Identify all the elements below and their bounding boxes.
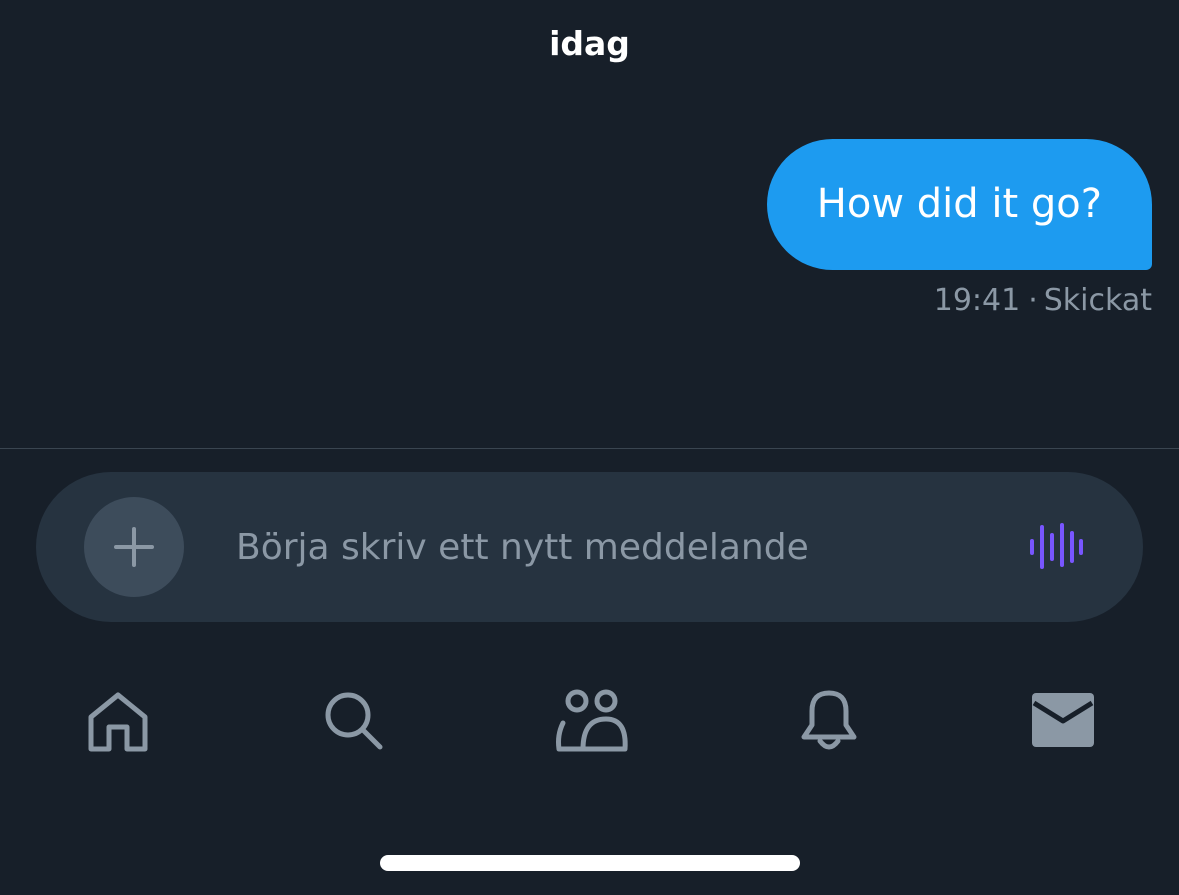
- tab-notifications[interactable]: [789, 680, 869, 760]
- people-icon: [556, 689, 628, 752]
- message-status: Skickat: [1043, 283, 1152, 318]
- plus-icon: [114, 527, 154, 567]
- bell-icon: [801, 690, 857, 750]
- tab-communities[interactable]: [551, 680, 631, 760]
- date-header: idag: [549, 24, 630, 63]
- mail-icon: [1032, 693, 1094, 747]
- message-meta: 19:41 · Skickat: [934, 282, 1152, 320]
- message-time: 19:41: [933, 283, 1021, 318]
- divider: [0, 448, 1179, 449]
- meta-separator: ·: [1028, 283, 1038, 318]
- search-icon: [325, 692, 383, 750]
- bottom-tab-bar: [0, 680, 1179, 760]
- tab-home[interactable]: [78, 680, 158, 760]
- home-indicator: [380, 855, 800, 871]
- tab-search[interactable]: [313, 680, 393, 760]
- message-composer: [36, 472, 1143, 622]
- message-bubble[interactable]: How did it go?: [766, 139, 1152, 270]
- voice-message-button[interactable]: [1026, 517, 1086, 577]
- add-media-button[interactable]: [84, 497, 184, 597]
- dm-conversation-screen: idag How did it go? 19:41 · Skickat: [0, 0, 1179, 895]
- audio-waveform-icon: [1030, 523, 1083, 569]
- tab-messages[interactable]: [1023, 680, 1103, 760]
- message-input[interactable]: [236, 512, 996, 582]
- home-icon: [88, 692, 148, 752]
